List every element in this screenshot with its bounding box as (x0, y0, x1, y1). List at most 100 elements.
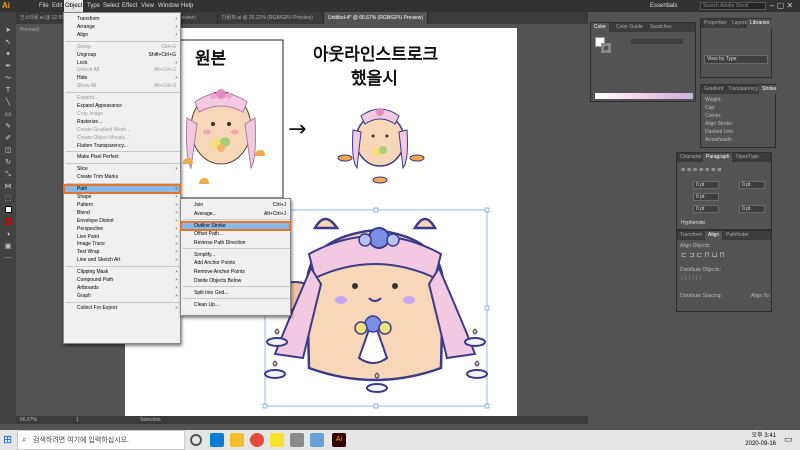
object_menu-item[interactable]: Artboards › (64, 284, 180, 292)
edge-icon[interactable] (210, 433, 224, 447)
object_menu-item[interactable]: Transform › (64, 15, 180, 23)
object_menu-item[interactable]: Expand Appearance (64, 102, 180, 110)
magic-wand-icon[interactable]: ✦ (3, 50, 13, 60)
doc-tab-3[interactable]: 다람쥐.ai @ 26.22% (RGB/GPU Preview) (218, 12, 324, 24)
direct-selection-icon[interactable]: ↖ (3, 38, 13, 48)
object_menu-item[interactable]: Envelope Distort › (64, 217, 180, 225)
tab-libraries[interactable]: Libraries (747, 19, 773, 28)
object_menu-item[interactable]: Clipping Mask › (64, 268, 180, 276)
artboard-number[interactable]: 1 (76, 417, 79, 423)
workspace-switcher[interactable]: Essentials (650, 1, 677, 11)
path_menu-item[interactable]: Simplify... (181, 251, 290, 259)
object_menu-item[interactable]: Flatten Transparency... (64, 142, 180, 150)
space-after-field[interactable]: 0 pt (739, 205, 765, 213)
zoom-level[interactable]: 66.67% (20, 417, 37, 423)
scale-icon[interactable]: ⤡ (3, 170, 13, 180)
object_menu-item[interactable]: Path › (63, 184, 181, 195)
taskbar-clock[interactable]: 오후 3:41 2020-09-16 (745, 432, 776, 448)
object_menu-item[interactable]: Create Trim Marks (64, 173, 180, 181)
path_menu-item[interactable]: Divide Objects Below (181, 277, 290, 285)
object_menu-item[interactable]: Shape › (64, 193, 180, 201)
eraser-icon[interactable]: ◫ (3, 146, 13, 156)
align-buttons-icon[interactable]: ⊏ ⊐ ⊏ ⊓ ⊔ ⊓ (681, 251, 725, 259)
object_menu-item[interactable]: Ungroup Shift+Ctrl+G (64, 51, 180, 59)
menu-select[interactable]: Select (102, 0, 121, 12)
more-tools-icon[interactable]: ⋯ (3, 254, 13, 264)
app-icon-2[interactable] (310, 433, 324, 447)
rectangle-tool-icon[interactable]: ▭ (3, 110, 13, 120)
paintbrush-icon[interactable]: ✎ (3, 122, 13, 132)
tab-align[interactable]: Align (705, 231, 723, 240)
file-explorer-icon[interactable] (230, 433, 244, 447)
object_menu-item[interactable]: Line and Sketch Art › (64, 256, 180, 264)
rotate-icon[interactable]: ↻ (3, 158, 13, 168)
pencil-icon[interactable]: ✐ (3, 134, 13, 144)
menu-object[interactable]: Object (64, 0, 84, 12)
menu-edit[interactable]: Edit (51, 0, 63, 12)
chrome-icon[interactable] (250, 433, 264, 447)
path_menu-item[interactable]: Join Ctrl+J (181, 201, 290, 209)
right-indent-field[interactable]: 0 pt (739, 181, 765, 189)
object_menu-item[interactable]: Perspective › (64, 225, 180, 233)
left-indent-field[interactable]: 0 pt (693, 181, 719, 189)
tab-opentype[interactable]: OpenType (733, 153, 762, 162)
selection-tool-icon[interactable]: ➤ (3, 26, 13, 36)
width-tool-icon[interactable]: ⋈ (3, 182, 13, 192)
first-line-indent-field[interactable]: 0 pt (693, 193, 719, 201)
cortana-icon[interactable] (190, 434, 202, 446)
notification-icon[interactable]: ▭ (784, 434, 793, 445)
stroke-swatch[interactable] (601, 43, 611, 53)
object_menu-item[interactable]: Hide › (64, 74, 180, 82)
object_menu-item[interactable]: Pattern › (64, 201, 180, 209)
menu-view[interactable]: View (140, 0, 155, 12)
menu-window[interactable]: Window (157, 0, 180, 12)
menu-type[interactable]: Type (86, 0, 101, 12)
object_menu-item[interactable]: Graph › (64, 292, 180, 300)
tab-paragraph[interactable]: Paragraph (703, 153, 733, 162)
stroke-color-icon[interactable] (3, 218, 13, 228)
path_menu-item[interactable]: Remove Anchor Points (181, 268, 290, 276)
curvature-icon[interactable]: 〜 (3, 74, 13, 84)
alignment-buttons-icon[interactable]: ≡ ≡ ≡ ≡ ≡ ≡ ≡ (681, 167, 721, 174)
menu-file[interactable]: File (38, 0, 50, 12)
object_menu-item[interactable]: Lock › (64, 59, 180, 67)
draw-mode-icon[interactable]: ◑ (3, 230, 13, 240)
object_menu-item[interactable]: Text Wrap › (64, 248, 180, 256)
color-spectrum[interactable] (595, 93, 693, 99)
object_menu-item[interactable]: Collect For Export › (64, 304, 180, 312)
object_menu-item[interactable]: Live Paint › (64, 233, 180, 241)
object_menu-item[interactable]: Blend › (64, 209, 180, 217)
distribute-buttons-icon[interactable]: ⫶ ⫶ ⫶ ⫶ ⫶ ⫶ (681, 275, 701, 283)
view-by-type-select[interactable]: View by Type (704, 55, 768, 64)
object_menu-item[interactable]: Image Trace › (64, 240, 180, 248)
doc-tab-4[interactable]: Untitled-4* @ 66.67% (RGB/GPU Preview) (324, 12, 428, 24)
path_menu-item[interactable]: Average... Alt+Ctrl+J (181, 210, 290, 218)
taskbar-search[interactable]: 검색하려면 여기에 입력하십시오. (17, 430, 185, 450)
object_menu-item[interactable]: Make Pixel Perfect (64, 153, 180, 161)
free-transform-icon[interactable]: ⬚ (3, 194, 13, 204)
tab-color-guide[interactable]: Color Guide (613, 23, 646, 32)
app-icon-1[interactable] (290, 433, 304, 447)
path_menu-item[interactable]: Outline Stroke (180, 220, 291, 231)
menu-effect[interactable]: Effect (121, 0, 138, 12)
tab-swatches[interactable]: Swatches (647, 23, 675, 32)
object_menu-item[interactable]: Slice › (64, 165, 180, 173)
line-tool-icon[interactable]: ╲ (3, 98, 13, 108)
path_menu-item[interactable]: Add Anchor Points (181, 259, 290, 267)
tab-stroke[interactable]: Stroke (759, 85, 780, 94)
tab-transform[interactable]: Transform (677, 231, 706, 240)
object_menu-item[interactable]: Compound Path › (64, 276, 180, 284)
path_menu-item[interactable]: Clean Up... (181, 301, 290, 309)
type-tool-icon[interactable]: T (3, 86, 13, 96)
tab-properties[interactable]: Properties (701, 19, 730, 28)
stock-search[interactable]: Search Adobe Stock (700, 2, 766, 10)
pen-tool-icon[interactable]: ✒ (3, 62, 13, 72)
fill-color-icon[interactable] (3, 206, 13, 216)
path_menu-item[interactable]: Offset Path... (181, 230, 290, 238)
illustrator-taskbar-icon[interactable]: Ai (332, 433, 346, 447)
path_menu-item[interactable]: Split Into Grid... (181, 289, 290, 297)
kakaotalk-icon[interactable] (270, 433, 284, 447)
object_menu-item[interactable]: Arrange › (64, 23, 180, 31)
tab-color[interactable]: Color (591, 23, 609, 32)
hyphenate-checkbox[interactable]: Hyphenate (681, 220, 705, 226)
